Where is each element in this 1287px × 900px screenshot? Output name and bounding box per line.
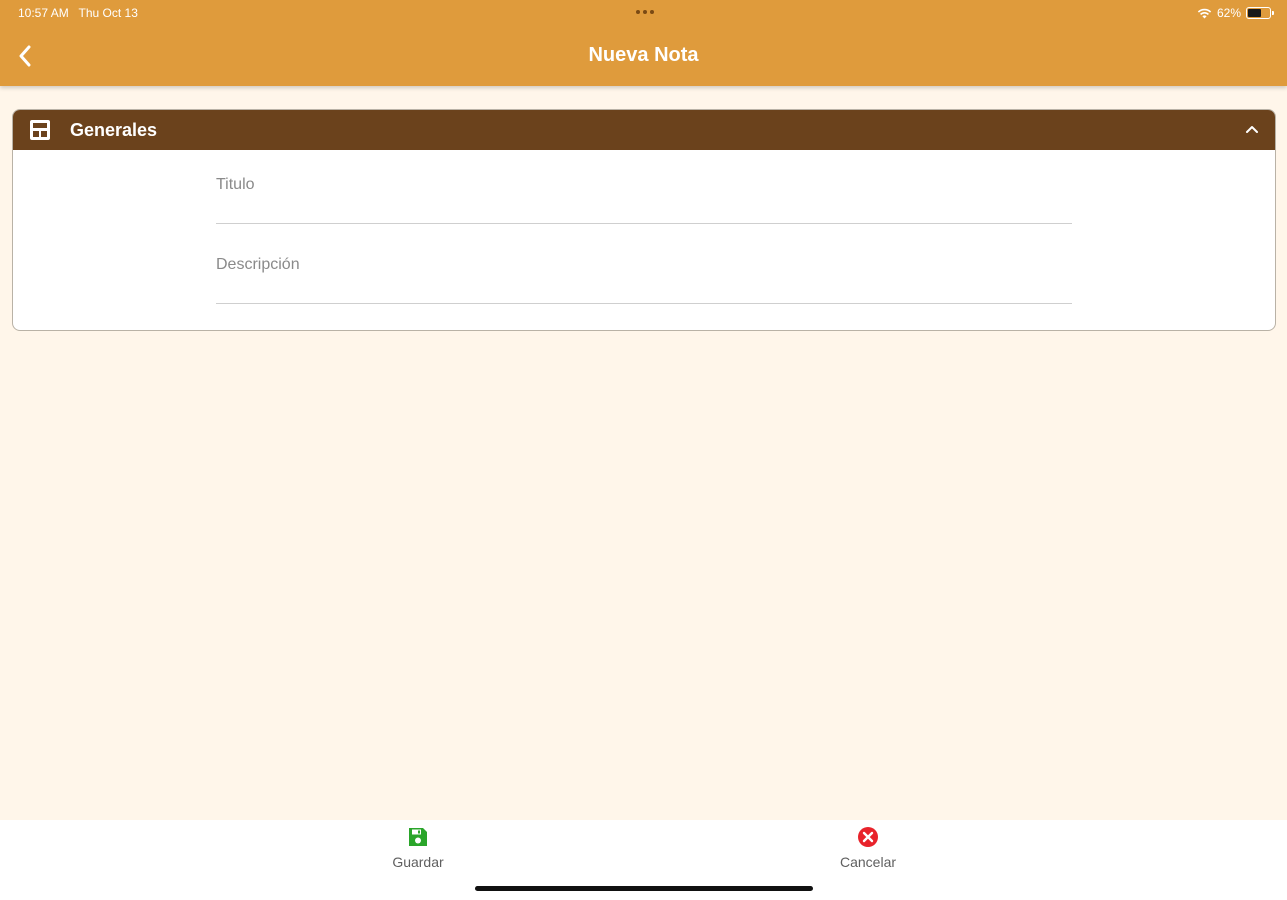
top-bar: 10:57 AM Thu Oct 13 62% Nueva Nota [0, 0, 1287, 86]
app-screen: 10:57 AM Thu Oct 13 62% Nueva Nota Gener… [0, 0, 1287, 900]
battery-percent: 62% [1216, 6, 1241, 20]
description-input[interactable] [216, 248, 1072, 303]
wifi-icon [1197, 8, 1212, 18]
section-title: Generales [70, 120, 158, 140]
chevron-up-icon[interactable] [1245, 124, 1259, 134]
status-time: 10:57 AM [18, 6, 69, 20]
save-button[interactable]: Guardar [358, 826, 478, 878]
description-field [216, 248, 1072, 304]
battery-icon [1246, 7, 1274, 19]
cancel-label: Cancelar [839, 854, 897, 870]
multitasking-dots-icon[interactable] [630, 2, 660, 22]
title-input[interactable] [216, 168, 1072, 223]
section-card-generales: Generales [12, 109, 1276, 331]
form-layout-icon [30, 120, 50, 140]
status-bar-right: 62% [1197, 4, 1274, 22]
close-circle-icon [858, 827, 878, 847]
title-field [216, 168, 1072, 224]
page-title: Nueva Nota [588, 44, 699, 66]
save-label: Guardar [392, 854, 444, 870]
cancel-button[interactable]: Cancelar [808, 826, 928, 878]
status-date: Thu Oct 13 [78, 6, 138, 20]
status-bar-datetime: 10:57 AM Thu Oct 13 [18, 6, 138, 20]
bottom-toolbar: Guardar Cancelar [0, 820, 1287, 900]
section-header[interactable]: Generales [13, 110, 1275, 150]
home-indicator[interactable] [475, 886, 813, 891]
floppy-disk-icon [409, 828, 427, 846]
battery-level-fill [1248, 9, 1262, 17]
